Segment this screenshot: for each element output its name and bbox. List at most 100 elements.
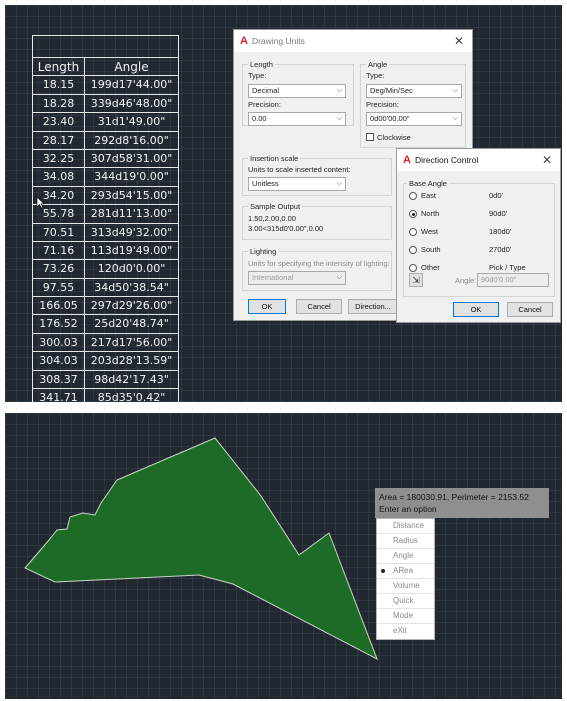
angle-cell: 307d58'31.00": [90, 151, 173, 165]
length-group-label: Length: [248, 60, 275, 69]
radio-east[interactable]: [409, 192, 417, 200]
angle-precision-select[interactable]: 0d00'00.00" ⌵: [366, 112, 462, 126]
clockwise-label: Clockwise: [377, 133, 411, 142]
angle-cell: 25d20'48.74": [94, 317, 169, 331]
radio-other[interactable]: [409, 264, 417, 272]
angle-cell: 199d17'44.00": [90, 78, 173, 92]
dialog-title: Direction Control: [414, 155, 479, 165]
menu-item-quick[interactable]: Quick: [377, 594, 434, 609]
direction-control-dialog[interactable]: A Direction Control ✕ Base Angle East 0d0…: [396, 148, 561, 323]
angle-group-label: Angle: [366, 60, 390, 69]
ok-button[interactable]: OK: [453, 302, 499, 317]
table-row: 308.37 98d42'17.43": [33, 370, 178, 390]
prompt-text: Enter an option: [379, 504, 437, 514]
table-row: 28.17 292d8'16.00": [33, 131, 178, 150]
menu-item-label: Distance: [393, 521, 425, 530]
table-row: 18.28 339d46'48.00": [33, 94, 178, 114]
length-cell: 308.37: [33, 370, 85, 389]
radio-south[interactable]: [409, 246, 417, 254]
length-cell: 28.17: [33, 131, 85, 149]
close-icon[interactable]: ✕: [454, 34, 464, 48]
sample-output-label: Sample Output: [248, 202, 303, 211]
insertion-scale-label: Insertion scale: [248, 154, 301, 163]
chevron-down-icon: ⌵: [336, 87, 342, 94]
table-row: 55.78 281d11'13.00": [33, 205, 178, 224]
table-row: 300.03 217d17'56.00": [33, 333, 178, 353]
area-polygon[interactable]: [5, 413, 562, 699]
length-precision-select[interactable]: 0.00 ⌵: [248, 112, 346, 126]
angle-cell: 297d29'26.00": [90, 299, 173, 313]
length-cell: 176.52: [33, 315, 85, 333]
insertion-units-select[interactable]: Unitless ⌵: [248, 177, 346, 191]
lighting-units-select[interactable]: International ⌵: [248, 271, 346, 285]
table-row: 32.25 307d58'31.00": [33, 149, 178, 169]
menu-item-exit[interactable]: eXit: [377, 624, 434, 639]
angle-input[interactable]: 90d0'0.00": [477, 273, 549, 287]
menu-item-volume[interactable]: Volume: [377, 579, 434, 594]
menu-item-radius[interactable]: Radius: [377, 534, 434, 549]
cad-drawing-area-top[interactable]: Length Angle 18.15 199d17'44.00" 18.28 339d…: [5, 5, 562, 402]
table-title-cell: [33, 36, 178, 58]
drawing-units-titlebar[interactable]: A Drawing Units ✕: [234, 30, 472, 52]
chevron-down-icon: ⌵: [452, 115, 458, 122]
chevron-down-icon: ⌵: [336, 274, 342, 281]
menu-item-distance[interactable]: Distance: [377, 519, 434, 534]
cancel-button[interactable]: Cancel: [507, 302, 553, 317]
ok-button[interactable]: OK: [248, 299, 286, 314]
option-label-other: Other: [421, 263, 440, 272]
pick-angle-button[interactable]: ⇲: [409, 273, 423, 287]
sample-output-line-1: 1.50,2.00,0.00: [248, 214, 296, 223]
measure-option-menu[interactable]: Distance Radius Angle ARea Volume Quick Mode eX…: [376, 518, 435, 640]
length-cell: 341.71: [33, 389, 85, 402]
menu-item-mode[interactable]: Mode: [377, 609, 434, 624]
length-cell: 97.55: [33, 278, 85, 297]
close-icon[interactable]: ✕: [542, 153, 552, 167]
direction-control-titlebar[interactable]: A Direction Control ✕: [397, 149, 560, 171]
angle-type-label: Type:: [366, 71, 385, 80]
menu-item-label: Mode: [393, 611, 414, 620]
menu-item-label: Volume: [393, 581, 420, 590]
option-value-east: 0d0': [489, 191, 503, 200]
length-cell: 23.40: [33, 113, 85, 131]
radio-north[interactable]: [409, 210, 417, 218]
angle-cell: 203d28'13.59": [90, 354, 173, 368]
length-cell: 70.51: [33, 223, 85, 241]
menu-item-label: Angle: [393, 551, 414, 560]
dialog-title: Drawing Units: [251, 36, 305, 46]
length-cell: 32.25: [33, 149, 85, 168]
length-angle-table[interactable]: Length Angle 18.15 199d17'44.00" 18.28 339d…: [32, 35, 179, 402]
option-value-west: 180d0': [489, 227, 512, 236]
angle-type-select[interactable]: Deg/Min/Sec ⌵: [366, 84, 462, 98]
angle-cell: 292d8'16.00": [94, 133, 169, 147]
radio-west[interactable]: [409, 228, 417, 236]
menu-item-angle[interactable]: Angle: [377, 549, 434, 564]
angle-cell: 217d17'56.00": [90, 335, 173, 349]
menu-item-label: Radius: [393, 536, 418, 545]
selected-bullet-icon: [381, 569, 385, 573]
length-cell: 73.26: [33, 260, 85, 278]
chevron-down-icon: ⌵: [452, 87, 458, 94]
table-row: 176.52 25d20'48.74": [33, 315, 178, 334]
chevron-down-icon: ⌵: [336, 115, 342, 122]
option-label-west: West: [421, 227, 438, 236]
angle-label: Angle:: [455, 276, 477, 285]
clockwise-checkbox[interactable]: [366, 133, 374, 141]
length-cell: 304.03: [33, 352, 85, 370]
length-cell: 71.16: [33, 241, 85, 260]
length-cell: 18.28: [33, 94, 85, 113]
table-row: 304.03 203d28'13.59": [33, 352, 178, 371]
cancel-button[interactable]: Cancel: [296, 299, 342, 314]
cad-drawing-area-bottom[interactable]: Area = 180030.91, Perimeter = 2153.52 En…: [5, 413, 562, 699]
table-header-row: Length Angle: [33, 58, 178, 77]
table-row: 34.20 293d54'15.00": [33, 186, 178, 206]
length-precision-label: Precision:: [248, 100, 281, 109]
menu-item-area[interactable]: ARea: [377, 564, 434, 579]
length-type-select[interactable]: Decimal ⌵: [248, 84, 346, 98]
angle-cell: 34d50'38.54": [94, 280, 169, 294]
insertion-units-label: Units to scale inserted content:: [248, 165, 351, 174]
table-row: 73.26 120d0'0.00": [33, 260, 178, 279]
direction-button[interactable]: Direction...: [348, 299, 398, 314]
option-label-south: South: [421, 245, 441, 254]
length-cell: 166.05: [33, 297, 85, 315]
length-type-label: Type:: [248, 71, 267, 80]
